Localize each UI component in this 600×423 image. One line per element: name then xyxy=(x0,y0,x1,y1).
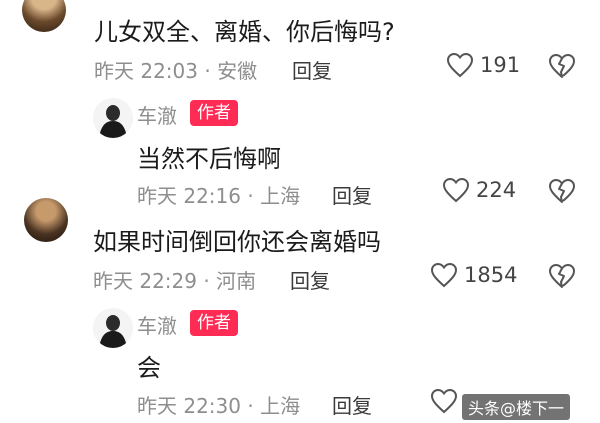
author-name[interactable]: 车澈 xyxy=(137,100,177,129)
heart-outline-icon xyxy=(430,262,458,288)
dislike-button[interactable] xyxy=(548,178,576,204)
dislike-button[interactable] xyxy=(548,263,576,289)
like-count: 224 xyxy=(476,178,517,202)
heart-outline-icon xyxy=(446,52,474,78)
comment-text: 当然不后悔啊 xyxy=(137,145,281,173)
like-button[interactable]: 191 xyxy=(446,52,520,78)
reply-button[interactable]: 回复 xyxy=(332,390,372,419)
dislike-button[interactable] xyxy=(548,53,576,79)
like-button[interactable]: 1854 xyxy=(430,262,517,288)
watermark: 头条@楼下一 xyxy=(462,394,571,420)
author-portrait-icon xyxy=(93,98,133,138)
author-name[interactable]: 车澈 xyxy=(137,310,177,339)
reply-button[interactable]: 回复 xyxy=(332,180,372,209)
broken-heart-icon xyxy=(548,178,576,204)
reply-button[interactable]: 回复 xyxy=(292,55,332,84)
comment-text: 如果时间倒回你还会离婚吗 xyxy=(93,228,381,256)
comment-text: 会 xyxy=(137,354,161,382)
comment-meta: 昨天 22:03 · 安徽 xyxy=(94,59,258,83)
reply-button[interactable]: 回复 xyxy=(290,265,330,294)
commenter-avatar[interactable] xyxy=(24,198,68,242)
like-count: 1854 xyxy=(464,263,518,287)
author-badge: 作者 xyxy=(190,310,238,336)
author-portrait-icon xyxy=(93,308,133,348)
author-avatar[interactable] xyxy=(93,308,133,348)
comment-meta: 昨天 22:30 · 上海 xyxy=(137,394,301,418)
author-avatar[interactable] xyxy=(93,98,133,138)
heart-outline-icon xyxy=(430,388,458,414)
broken-heart-icon xyxy=(548,263,576,289)
broken-heart-icon xyxy=(548,53,576,79)
like-count: 191 xyxy=(480,53,521,77)
commenter-avatar[interactable] xyxy=(22,0,66,32)
author-badge: 作者 xyxy=(190,100,238,126)
like-button[interactable] xyxy=(430,388,458,414)
comment-text: 儿女双全、离婚、你后悔吗? xyxy=(94,18,395,46)
comment-meta: 昨天 22:29 · 河南 xyxy=(93,269,257,293)
like-button[interactable]: 224 xyxy=(442,177,516,203)
comment-meta: 昨天 22:16 · 上海 xyxy=(137,184,301,208)
heart-outline-icon xyxy=(442,177,470,203)
